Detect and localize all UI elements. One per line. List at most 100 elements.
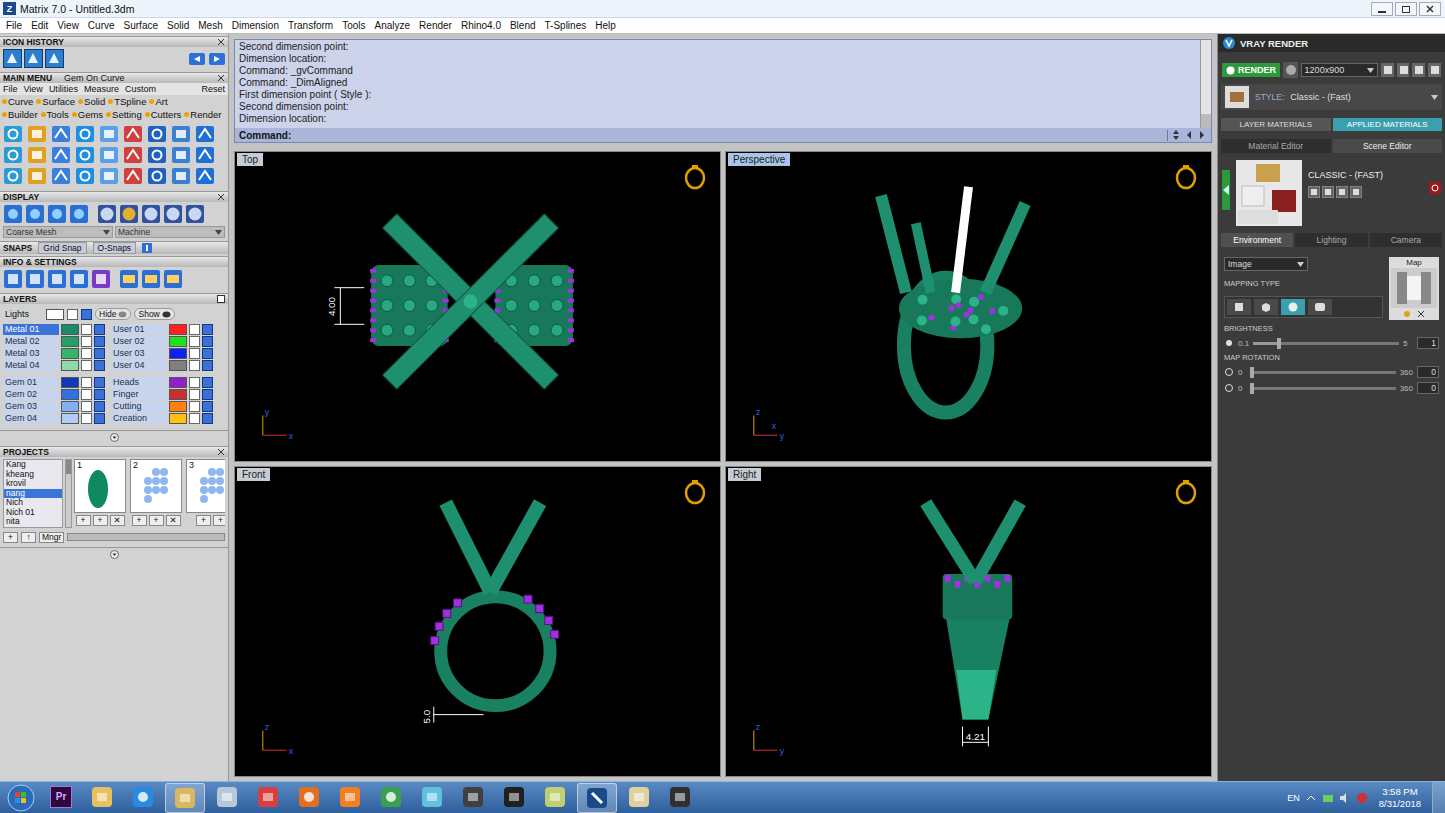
taskbar-app[interactable]: Pr — [42, 783, 80, 811]
minimize-button[interactable] — [1371, 2, 1393, 16]
taskbar-app[interactable] — [495, 783, 533, 811]
tool-icon[interactable] — [75, 167, 95, 185]
lock-icon[interactable] — [67, 309, 78, 320]
scroll-thumb[interactable] — [1201, 114, 1211, 128]
menu-item[interactable]: Edit — [31, 20, 48, 31]
layer-color-swatch[interactable] — [169, 324, 187, 335]
layer-name[interactable]: Gem 01 — [3, 377, 59, 388]
display-mode-icon[interactable] — [47, 204, 67, 224]
layer-row[interactable]: Gem 04 — [3, 413, 105, 424]
tool-icon[interactable] — [75, 146, 95, 164]
view-orientation-icon[interactable] — [1175, 477, 1197, 505]
category-item[interactable]: Render — [184, 109, 221, 120]
layer-row[interactable]: Gem 02 — [3, 389, 105, 400]
bulb-icon[interactable] — [202, 377, 213, 388]
viewport[interactable]: 4.21zyRight — [725, 466, 1212, 777]
tool-icon[interactable] — [27, 146, 47, 164]
slider-knob[interactable] — [1250, 383, 1254, 394]
display-mode-icon[interactable] — [3, 204, 23, 224]
tool-icon[interactable] — [171, 167, 191, 185]
preset-action-icon[interactable] — [1336, 186, 1348, 198]
taskbar-app[interactable] — [331, 783, 369, 811]
grid-snap-button[interactable]: Grid Snap — [38, 242, 86, 254]
tool-icon[interactable] — [3, 125, 23, 143]
render-region-icon[interactable] — [1283, 62, 1298, 78]
maximize-button[interactable] — [1395, 2, 1417, 16]
project-item[interactable]: Kang — [4, 460, 62, 470]
menu-item[interactable]: Render — [419, 20, 452, 31]
layer-row[interactable]: Metal 04 — [3, 360, 105, 371]
layer-color-swatch[interactable] — [61, 389, 79, 400]
environment-tab[interactable]: Lighting — [1295, 233, 1367, 247]
project-button[interactable]: + — [3, 532, 18, 543]
taskbar-app[interactable] — [661, 783, 699, 811]
project-thumbnail[interactable]: 3++ — [186, 459, 225, 528]
clock[interactable]: 3:58 PM8/31/2018 — [1373, 786, 1427, 810]
lock-icon[interactable] — [81, 413, 92, 424]
category-item[interactable]: Art — [149, 96, 167, 107]
start-button-icon[interactable] — [6, 783, 36, 813]
thumbnail-button[interactable]: + — [93, 515, 108, 526]
menu-item[interactable]: Mesh — [198, 20, 222, 31]
lock-icon[interactable] — [189, 360, 200, 371]
project-scrollbar[interactable] — [65, 459, 72, 528]
submenu-item[interactable]: File — [3, 84, 18, 94]
tool-icon[interactable] — [123, 125, 143, 143]
settings-tool-icon[interactable] — [47, 269, 67, 289]
menu-item[interactable]: Curve — [88, 20, 115, 31]
tool-icon[interactable] — [147, 125, 167, 143]
layer-row[interactable]: Metal 01 — [3, 324, 105, 335]
settings-tool-icon[interactable] — [3, 269, 23, 289]
source-select[interactable]: Image — [1224, 257, 1308, 271]
rotation-value[interactable]: 0 — [1417, 382, 1439, 394]
thumbnail-button[interactable]: + — [196, 515, 211, 526]
tool-icon[interactable] — [123, 167, 143, 185]
bulb-icon[interactable] — [202, 324, 213, 335]
layer-row[interactable]: Metal 03 — [3, 348, 105, 359]
menu-item[interactable]: Blend — [510, 20, 536, 31]
close-icon[interactable] — [217, 193, 225, 201]
category-item[interactable]: Surface — [36, 96, 75, 107]
tool-icon[interactable] — [99, 167, 119, 185]
map-clear-icon[interactable] — [1415, 309, 1427, 319]
project-button[interactable]: ↑ — [21, 532, 36, 543]
close-icon[interactable] — [217, 448, 225, 456]
layer-row[interactable]: User 01 — [111, 324, 213, 335]
volume-icon[interactable] — [1339, 792, 1351, 804]
bulb-icon[interactable] — [94, 401, 105, 412]
lock-icon[interactable] — [189, 401, 200, 412]
lock-icon[interactable] — [189, 324, 200, 335]
layer-name[interactable]: Metal 01 — [3, 324, 59, 335]
lock-icon[interactable] — [189, 336, 200, 347]
map-preview-image[interactable] — [1391, 268, 1437, 308]
view-orientation-icon[interactable] — [1175, 162, 1197, 190]
category-item[interactable]: TSpline — [108, 96, 146, 107]
side-toggle[interactable] — [1222, 170, 1230, 210]
thumbnail-button[interactable]: ✕ — [166, 515, 181, 526]
layer-color-swatch[interactable] — [169, 413, 187, 424]
layer-color-swatch[interactable] — [169, 336, 187, 347]
tool-icon[interactable] — [171, 125, 191, 143]
thumbnail-button[interactable]: + — [132, 515, 147, 526]
reset-button[interactable]: Reset — [201, 84, 225, 94]
info-tool-icon[interactable] — [119, 269, 139, 289]
tray-expand-icon[interactable] — [1305, 792, 1317, 804]
menu-item[interactable]: Rhino4.0 — [461, 20, 501, 31]
tool-icon[interactable] — [123, 146, 143, 164]
bulb-icon[interactable] — [81, 309, 92, 320]
layer-color-swatch[interactable] — [61, 377, 79, 388]
lock-icon[interactable] — [81, 389, 92, 400]
project-item[interactable]: nita — [4, 517, 62, 527]
menu-item[interactable]: T-Splines — [545, 20, 587, 31]
menu-item[interactable]: View — [57, 20, 79, 31]
view-orientation-icon[interactable] — [684, 477, 706, 505]
history-tool-icon[interactable] — [3, 49, 22, 68]
view-orientation-icon[interactable] — [684, 162, 706, 190]
map-pick-icon[interactable] — [1401, 309, 1413, 319]
project-item[interactable]: Nich 01 — [4, 508, 62, 518]
layer-name[interactable]: Metal 03 — [3, 348, 59, 359]
taskbar-app[interactable] — [536, 783, 574, 811]
o-snaps-button[interactable]: O-Snaps — [93, 242, 137, 254]
menu-item[interactable]: Help — [595, 20, 616, 31]
close-icon[interactable] — [217, 74, 225, 82]
